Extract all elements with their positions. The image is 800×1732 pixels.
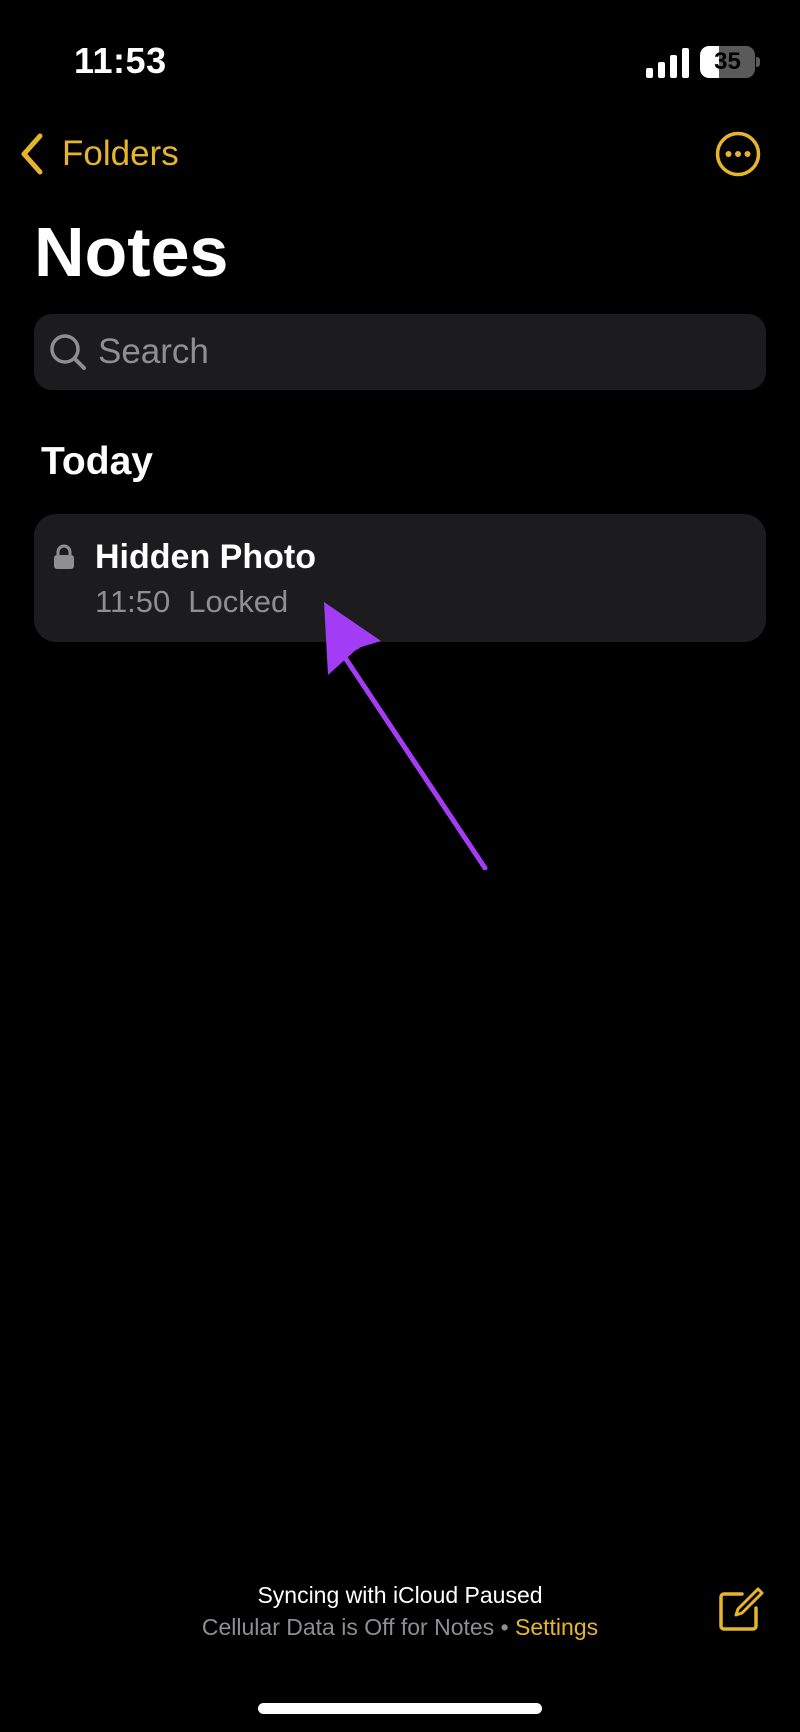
back-button[interactable]: Folders (18, 130, 179, 178)
note-meta: 11:50 Locked (95, 584, 288, 620)
sync-status: Syncing with iCloud Paused Cellular Data… (0, 1582, 800, 1641)
sync-subtitle: Cellular Data is Off for Notes • Setting… (0, 1614, 800, 1641)
lock-icon (54, 544, 74, 569)
sync-message: Cellular Data is Off for Notes (201, 1614, 495, 1640)
compose-icon[interactable] (716, 1586, 764, 1634)
section-header-today: Today (41, 440, 153, 483)
battery-icon: 35 (700, 46, 760, 78)
search-icon (50, 334, 86, 370)
search-input[interactable] (98, 332, 698, 372)
separator: • (500, 1614, 509, 1640)
back-label: Folders (62, 134, 179, 173)
home-indicator[interactable] (258, 1703, 542, 1714)
cellular-signal-icon (646, 48, 689, 78)
note-status: Locked (188, 584, 289, 619)
note-title: Hidden Photo (95, 538, 316, 576)
chevron-left-icon (21, 133, 43, 175)
status-time: 11:53 (74, 40, 167, 81)
page-title: Notes (34, 213, 229, 291)
more-options-icon[interactable] (715, 131, 761, 177)
battery-level: 35 (714, 48, 741, 75)
annotation-arrow (324, 602, 488, 870)
search-bar[interactable] (34, 314, 766, 390)
sync-title: Syncing with iCloud Paused (257, 1582, 543, 1608)
settings-link[interactable]: Settings (515, 1614, 598, 1640)
note-time: 11:50 (95, 584, 171, 619)
